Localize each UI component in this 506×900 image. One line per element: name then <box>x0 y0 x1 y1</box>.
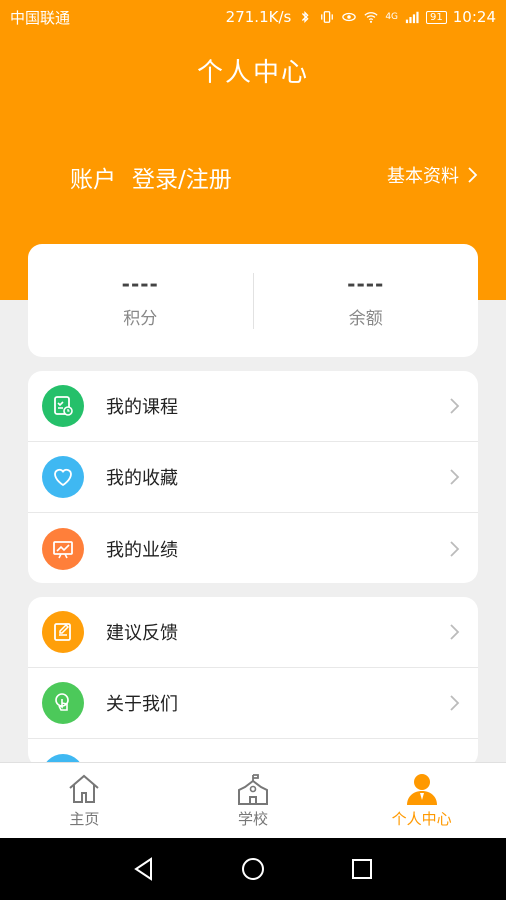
menu-item-feedback[interactable]: 建议反馈 <box>28 597 478 668</box>
touch-icon <box>42 682 84 724</box>
network-type: 4G <box>385 12 399 22</box>
login-register-link[interactable]: 登录/注册 <box>132 160 232 194</box>
carrier-name: 中国联通 <box>10 8 71 27</box>
back-icon[interactable] <box>129 854 159 884</box>
status-icons: 271.1K/s 4G 91 10:24 <box>226 8 496 26</box>
chevron-right-icon <box>450 469 460 485</box>
system-nav-bar <box>0 838 506 900</box>
tab-label: 个人中心 <box>391 810 452 828</box>
chevron-right-icon <box>450 398 460 414</box>
menu-label: 关于我们 <box>106 694 178 715</box>
menu-group-1: 我的课程 我的收藏 我的业绩 <box>28 371 478 583</box>
tab-home[interactable]: 主页 <box>0 763 169 838</box>
tab-profile[interactable]: 个人中心 <box>337 763 506 838</box>
tab-bar: 主页 学校 个人中心 <box>0 762 506 838</box>
chevron-right-icon <box>450 695 460 711</box>
balance-label: 余额 <box>348 309 383 329</box>
balance-value: ---- <box>347 272 385 296</box>
basic-profile-label: 基本资料 <box>387 166 459 187</box>
page-title: 个人中心 <box>196 58 309 88</box>
home-circle-icon[interactable] <box>238 854 268 884</box>
eye-icon <box>342 12 357 22</box>
points-value: ---- <box>121 272 159 296</box>
user-icon <box>406 774 437 805</box>
menu-label: 我的收藏 <box>106 468 178 489</box>
home-icon <box>69 774 99 803</box>
stats-card: ---- 积分 ---- 余额 <box>28 244 478 357</box>
account-label: 账户 <box>70 167 116 193</box>
points-label: 积分 <box>123 309 158 329</box>
wifi-icon <box>364 12 378 23</box>
menu-label: 我的业绩 <box>106 539 178 561</box>
menu-group-2: 建议反馈 关于我们 <box>28 597 478 767</box>
chevron-right-icon <box>468 167 478 183</box>
account-row: 账户 登录/注册 <box>70 160 232 194</box>
chevron-right-icon <box>450 540 460 557</box>
vibrate-icon <box>321 11 334 23</box>
points-stat[interactable]: ---- 积分 <box>28 272 253 329</box>
feedback-icon <box>42 611 84 653</box>
tab-label: 主页 <box>69 810 100 828</box>
network-speed: 271.1K/s <box>225 8 292 26</box>
bluetooth-icon <box>302 11 309 23</box>
school-icon <box>238 774 268 805</box>
menu-item-about-us[interactable]: 关于我们 <box>28 668 478 739</box>
battery-level: 91 <box>426 10 447 24</box>
tab-label: 学校 <box>238 810 269 828</box>
menu-item-my-performance[interactable]: 我的业绩 <box>28 513 478 583</box>
tab-school[interactable]: 学校 <box>169 763 338 838</box>
heart-icon <box>42 456 84 498</box>
menu-item-my-courses[interactable]: 我的课程 <box>28 371 478 442</box>
menu-item-my-favorites[interactable]: 我的收藏 <box>28 442 478 513</box>
clock: 10:24 <box>452 8 496 26</box>
menu-label: 我的课程 <box>106 397 178 418</box>
recent-apps-icon[interactable] <box>347 854 377 884</box>
status-bar: 中国联通 271.1K/s 4G 91 10:24 <box>0 0 506 34</box>
signal-icon <box>405 11 419 24</box>
balance-stat[interactable]: ---- 余额 <box>254 272 479 329</box>
chart-board-icon <box>42 527 84 570</box>
basic-profile-link[interactable]: 基本资料 <box>387 162 478 188</box>
chevron-right-icon <box>450 624 460 640</box>
menu-label: 建议反馈 <box>106 623 178 644</box>
course-icon <box>42 385 84 427</box>
